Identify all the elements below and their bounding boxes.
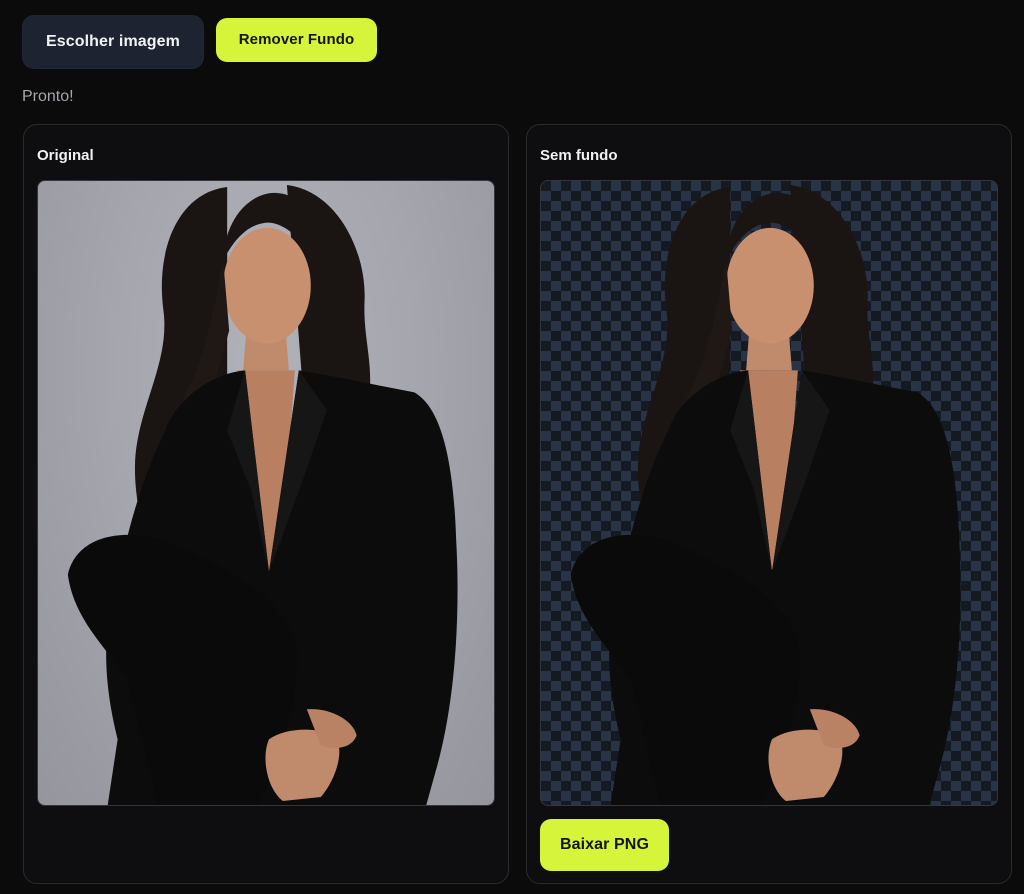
original-image: [37, 180, 495, 806]
remove-background-button[interactable]: Remover Fundo: [216, 17, 377, 62]
download-png-button[interactable]: Baixar PNG: [540, 819, 669, 871]
toolbar: Escolher imagem Remover Fundo: [22, 15, 377, 69]
result-panel: Sem fundo Baixar PNG: [526, 124, 1012, 884]
result-panel-title: Sem fundo: [540, 147, 618, 164]
choose-image-button[interactable]: Escolher imagem: [22, 15, 204, 69]
status-text: Pronto!: [22, 88, 74, 105]
result-image: [540, 180, 998, 806]
portrait-figure-original: [67, 184, 458, 805]
original-panel-title: Original: [37, 147, 94, 164]
app-root: Escolher imagem Remover Fundo Pronto! Or…: [0, 0, 1024, 894]
original-panel: Original: [23, 124, 509, 884]
portrait-figure-cutout: [570, 184, 961, 805]
